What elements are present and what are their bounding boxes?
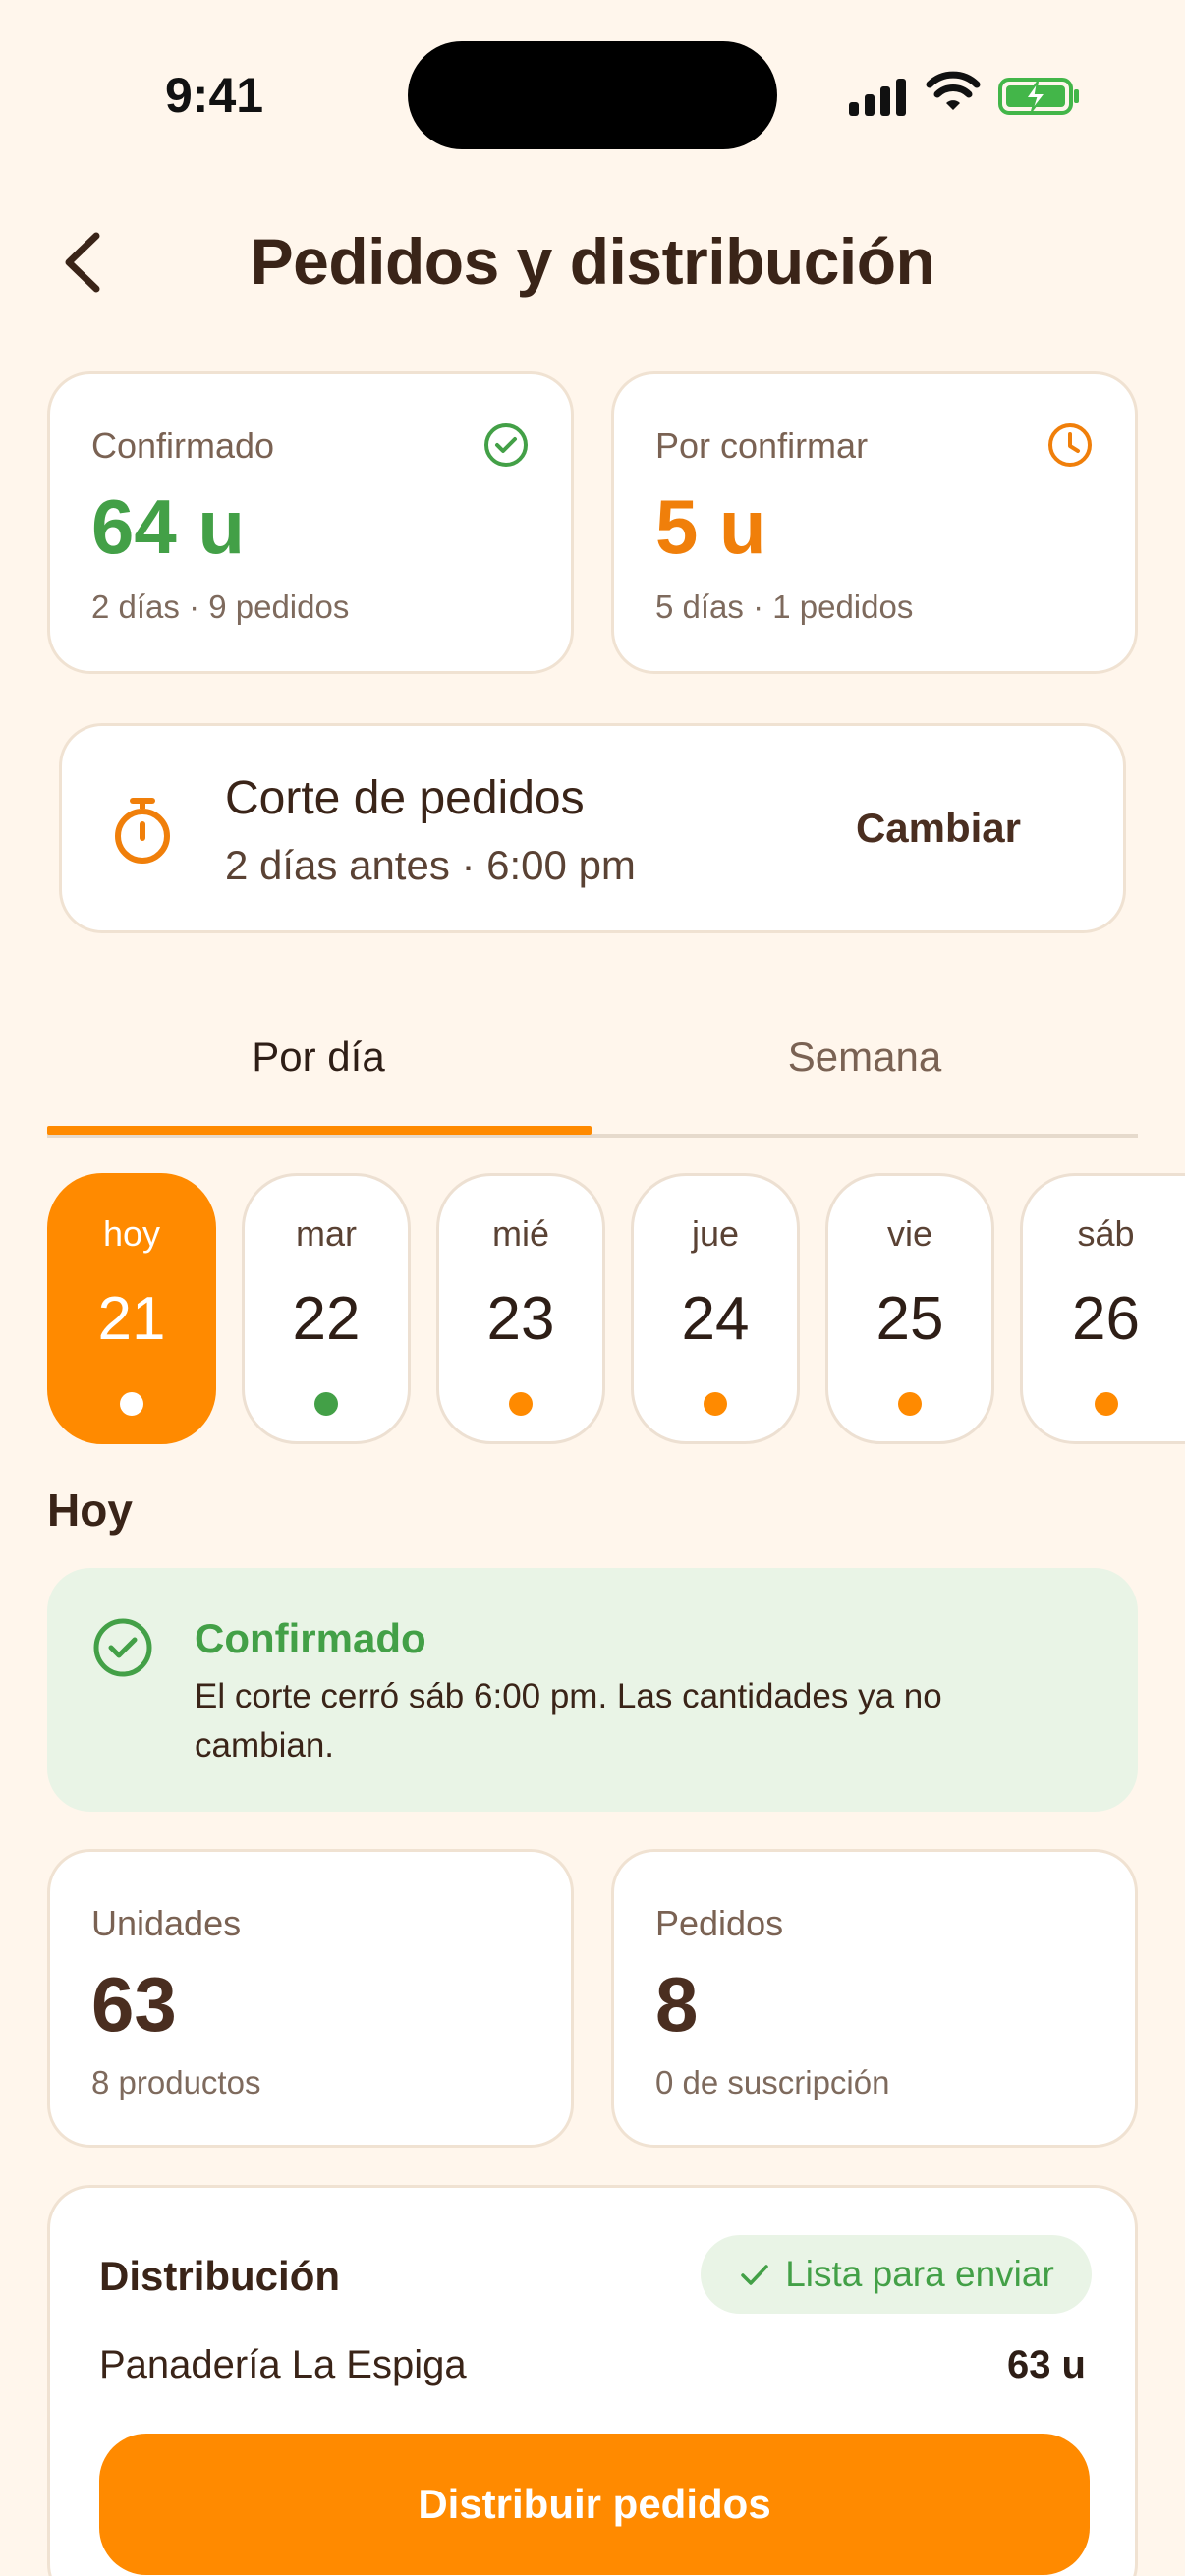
day-number: 26 bbox=[1072, 1285, 1140, 1353]
day-chip-25[interactable]: vie 25 bbox=[825, 1173, 994, 1444]
day-name: sáb bbox=[1077, 1213, 1135, 1254]
cutoff-detail: 2 días antes · 6:00 pm bbox=[225, 842, 636, 888]
ready-status-badge: Lista para enviar bbox=[701, 2235, 1092, 2314]
day-chip-23[interactable]: mié 23 bbox=[436, 1173, 605, 1444]
pending-units-value: 5 u bbox=[655, 483, 766, 570]
wifi-icon bbox=[926, 71, 981, 110]
day-number: 22 bbox=[292, 1285, 361, 1353]
badge-label: Lista para enviar bbox=[785, 2254, 1054, 2294]
confirmed-label: Confirmado bbox=[91, 425, 275, 466]
orders-label: Pedidos bbox=[655, 1903, 784, 1943]
day-chip-21[interactable]: hoy 21 bbox=[47, 1173, 216, 1444]
change-cutoff-button[interactable]: Cambiar bbox=[856, 805, 1021, 852]
day-name: mié bbox=[491, 1213, 549, 1254]
day-name: hoy bbox=[102, 1213, 161, 1254]
confirmed-units-value: 64 u bbox=[91, 483, 246, 570]
confirmed-detail: 2 días · 9 pedidos bbox=[91, 588, 350, 625]
day-chip-26[interactable]: sáb 26 bbox=[1020, 1173, 1185, 1444]
tab-por-dia[interactable]: Por día bbox=[47, 1034, 590, 1081]
stopwatch-icon bbox=[115, 798, 170, 864]
day-status-dot bbox=[898, 1392, 922, 1416]
day-number: 25 bbox=[875, 1285, 944, 1353]
banner-title: Confirmado bbox=[195, 1615, 426, 1661]
distribute-orders-button[interactable]: Distribuir pedidos bbox=[99, 2434, 1090, 2575]
dynamic-island bbox=[408, 41, 777, 149]
check-circle-icon bbox=[93, 1618, 152, 1677]
active-tab-indicator bbox=[47, 1126, 592, 1135]
day-number: 23 bbox=[486, 1285, 555, 1353]
status-time: 9:41 bbox=[165, 68, 264, 123]
clock-icon bbox=[1048, 423, 1092, 467]
section-title-today: Hoy bbox=[47, 1484, 133, 1536]
confirmed-summary-card[interactable]: Confirmado 64 u 2 días · 9 pedidos bbox=[47, 371, 574, 674]
day-name: jue bbox=[691, 1213, 740, 1254]
day-status-dot bbox=[120, 1392, 143, 1416]
bakery-units: 63 u bbox=[1006, 2343, 1086, 2386]
orders-value: 8 bbox=[655, 1961, 699, 2047]
banner-body: El corte cerró sáb 6:00 pm. Las cantidad… bbox=[195, 1677, 942, 1764]
day-number: 24 bbox=[681, 1285, 750, 1353]
distribution-title: Distribución bbox=[99, 2253, 341, 2299]
page-title: Pedidos y distribución bbox=[250, 225, 935, 298]
day-number: 21 bbox=[97, 1285, 166, 1353]
check-circle-icon bbox=[484, 423, 528, 467]
units-detail: 8 productos bbox=[91, 2064, 261, 2100]
pending-label: Por confirmar bbox=[655, 425, 869, 466]
units-value: 63 bbox=[91, 1961, 177, 2047]
pending-detail: 5 días · 1 pedidos bbox=[655, 588, 914, 625]
order-cutoff-card: Corte de pedidos 2 días antes · 6:00 pm … bbox=[59, 723, 1126, 933]
distribution-card: Distribución Lista para enviar Panadería… bbox=[47, 2185, 1138, 2576]
cutoff-title: Corte de pedidos bbox=[225, 772, 585, 824]
day-status-dot bbox=[704, 1392, 727, 1416]
confirmed-banner: Confirmado El corte cerró sáb 6:00 pm. L… bbox=[47, 1568, 1138, 1812]
day-chip-24[interactable]: jue 24 bbox=[631, 1173, 800, 1444]
day-name: mar bbox=[296, 1213, 357, 1254]
bakery-name: Panadería La Espiga bbox=[99, 2343, 467, 2386]
pending-summary-card[interactable]: Por confirmar 5 u 5 días · 1 pedidos bbox=[611, 371, 1138, 674]
day-status-dot bbox=[509, 1392, 533, 1416]
day-chip-22[interactable]: mar 22 bbox=[242, 1173, 411, 1444]
tab-semana[interactable]: Semana bbox=[593, 1034, 1136, 1081]
units-label: Unidades bbox=[91, 1903, 242, 1943]
checkmark-icon bbox=[741, 2265, 768, 2285]
cellular-signal-icon bbox=[849, 77, 908, 116]
units-stat-card: Unidades 63 8 productos bbox=[47, 1849, 574, 2148]
battery-charging-icon bbox=[998, 78, 1079, 115]
day-status-dot bbox=[314, 1392, 338, 1416]
day-name: vie bbox=[886, 1213, 933, 1254]
orders-stat-card: Pedidos 8 0 de suscripción bbox=[611, 1849, 1138, 2148]
orders-detail: 0 de suscripción bbox=[655, 2064, 890, 2100]
day-status-dot bbox=[1094, 1392, 1118, 1416]
